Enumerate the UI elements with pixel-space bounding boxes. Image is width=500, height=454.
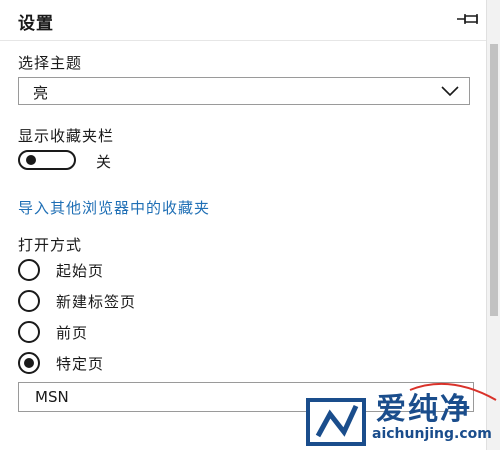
watermark-name: 爱纯净 <box>376 392 472 427</box>
favorites-bar-toggle-state: 关 <box>96 153 112 171</box>
watermark-logo: 爱纯净 aichunjing.com <box>300 378 500 450</box>
theme-select[interactable]: 亮 <box>18 77 470 105</box>
radio-button[interactable] <box>18 290 40 312</box>
theme-select-value: 亮 <box>33 84 49 102</box>
watermark-url: aichunjing.com <box>372 426 492 442</box>
radio-label: 前页 <box>56 324 89 342</box>
panel-title: 设置 <box>18 14 54 34</box>
favorites-bar-label: 显示收藏夹栏 <box>18 127 115 145</box>
radio-label: 起始页 <box>56 262 105 280</box>
radio-label: 新建标签页 <box>56 293 137 311</box>
radio-button-checked[interactable] <box>18 352 40 374</box>
toggle-knob <box>26 155 36 165</box>
radio-button[interactable] <box>18 321 40 343</box>
import-favorites-link[interactable]: 导入其他浏览器中的收藏夹 <box>18 197 210 218</box>
chevron-down-icon <box>441 86 459 97</box>
radio-label: 特定页 <box>56 355 105 373</box>
theme-label: 选择主题 <box>18 54 83 72</box>
radio-button[interactable] <box>18 259 40 281</box>
scrollbar-thumb[interactable] <box>490 44 498 316</box>
open-with-label: 打开方式 <box>18 236 83 254</box>
panel-header: 设置 <box>0 0 486 41</box>
favorites-bar-toggle[interactable] <box>18 150 76 170</box>
pin-icon[interactable] <box>456 12 482 26</box>
